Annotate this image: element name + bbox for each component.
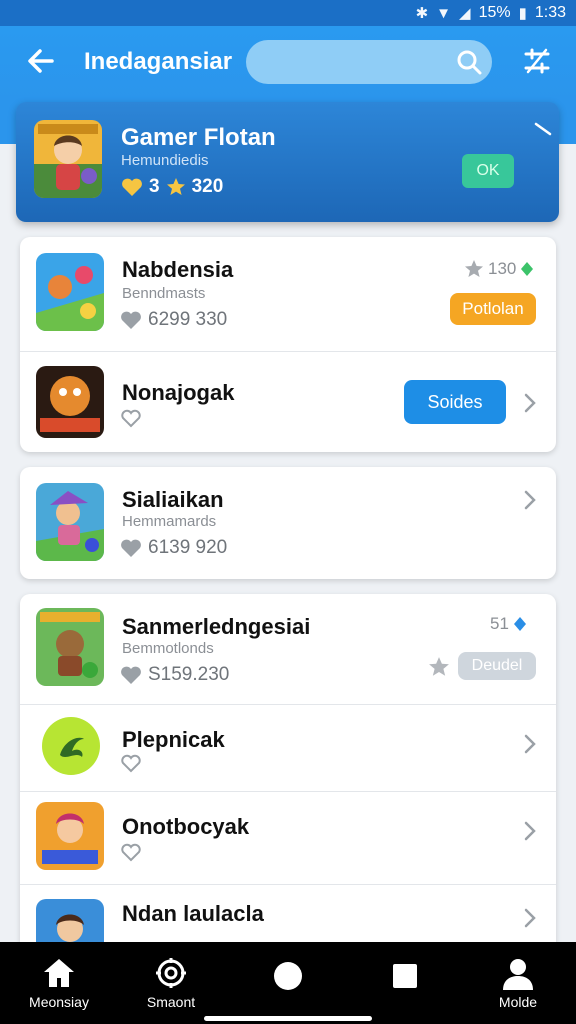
nav-item-square[interactable] bbox=[349, 942, 459, 1012]
featured-hearts: 3 bbox=[149, 176, 160, 197]
featured-game-card[interactable]: Gamer Flotan Hemundiedis 3 320 OK bbox=[16, 102, 559, 222]
home-indicator[interactable] bbox=[204, 1016, 372, 1021]
bottom-navigation: Meonsiay Smaont Molde bbox=[0, 942, 576, 1024]
heart-icon bbox=[121, 311, 141, 329]
list-item[interactable]: Plepnicak bbox=[20, 705, 556, 791]
rating: 130 bbox=[464, 259, 534, 279]
bluetooth-icon: ✱ bbox=[415, 5, 429, 22]
game-list-card-2: Sialiaikan Hemmamards 6139 920 bbox=[20, 467, 556, 579]
game-stats-value: 6139 920 bbox=[148, 537, 228, 558]
rating-value: 130 bbox=[488, 259, 517, 278]
game-icon bbox=[36, 483, 104, 561]
heart-outline-icon[interactable] bbox=[120, 753, 142, 773]
featured-stars: 320 bbox=[191, 176, 224, 197]
status-bar: ✱ ▼ ◢ 15% ▮ 1:33 bbox=[0, 0, 576, 26]
square-icon bbox=[393, 964, 417, 988]
game-icon bbox=[36, 366, 104, 438]
game-subtitle: Benndmasts bbox=[122, 285, 206, 302]
gear-icon bbox=[156, 958, 186, 988]
home-icon bbox=[44, 959, 74, 987]
game-stats: 6299 330 bbox=[120, 309, 227, 331]
heart-icon bbox=[122, 178, 142, 196]
game-list-card-3: Sanmerledngesiai Bemmotlonds S159.230 51… bbox=[20, 594, 556, 954]
signal-icon: ◢ bbox=[459, 5, 471, 22]
list-item[interactable]: Sialiaikan Hemmamards 6139 920 bbox=[20, 467, 556, 579]
game-title: Ndan laulacla bbox=[122, 901, 264, 926]
game-subtitle: Hemmamards bbox=[122, 513, 217, 530]
game-stats: S159.230 bbox=[120, 664, 229, 686]
status-pill[interactable]: Potlolan bbox=[450, 293, 536, 325]
star-icon bbox=[166, 178, 185, 195]
game-stats: 6139 920 bbox=[120, 537, 227, 559]
game-title: Plepnicak bbox=[122, 727, 225, 752]
list-item[interactable]: Onotbocyak bbox=[20, 792, 556, 884]
search-icon bbox=[457, 50, 482, 75]
status-pill[interactable]: Deudel bbox=[458, 652, 536, 680]
game-icon bbox=[36, 253, 104, 331]
list-item[interactable]: Nabdensia Benndmasts 6299 330 130 Potlol… bbox=[20, 237, 556, 351]
game-icon bbox=[36, 608, 104, 686]
nav-item-settings[interactable]: Smaont bbox=[116, 942, 226, 1012]
profile-icon bbox=[503, 959, 533, 990]
chevron-right-icon[interactable] bbox=[522, 489, 538, 511]
game-title: Sialiaikan bbox=[122, 487, 224, 512]
heart-icon bbox=[121, 539, 141, 557]
wifi-icon: ▼ bbox=[436, 4, 452, 22]
featured-game-icon bbox=[34, 120, 102, 198]
nav-item-home[interactable]: Meonsiay bbox=[4, 942, 114, 1012]
heart-outline-icon[interactable] bbox=[120, 842, 142, 862]
featured-title: Gamer Flotan bbox=[121, 124, 276, 151]
star-icon bbox=[465, 260, 483, 277]
app-title: Inedagansiar bbox=[84, 48, 233, 75]
game-icon bbox=[42, 717, 100, 775]
filter-icon[interactable] bbox=[518, 42, 556, 80]
nav-label: Molde bbox=[498, 994, 538, 1010]
chevron-right-icon[interactable] bbox=[522, 820, 538, 842]
chevron-right-icon[interactable] bbox=[522, 907, 538, 929]
rating-value: 51 bbox=[490, 614, 509, 633]
featured-subtitle: Hemundiedis bbox=[121, 152, 209, 169]
back-arrow-icon[interactable] bbox=[24, 44, 60, 80]
game-title: Onotbocyak bbox=[122, 814, 250, 839]
featured-stats: 3 320 bbox=[121, 176, 223, 198]
nav-label: Smaont bbox=[146, 994, 196, 1010]
rating: 51 bbox=[490, 614, 527, 634]
circle-icon bbox=[274, 962, 302, 990]
battery-icon: ▮ bbox=[518, 5, 527, 22]
nav-item-profile[interactable]: Molde bbox=[463, 942, 573, 1012]
chevron-right-icon[interactable] bbox=[522, 733, 538, 755]
heart-icon bbox=[121, 666, 141, 684]
heart-outline-icon[interactable] bbox=[120, 408, 142, 428]
battery-percent: 15% bbox=[478, 4, 511, 21]
game-stats-value: S159.230 bbox=[148, 664, 230, 685]
star-icon[interactable] bbox=[428, 656, 450, 678]
game-title: Nonajogak bbox=[122, 380, 235, 405]
gem-icon bbox=[513, 617, 526, 631]
gem-icon bbox=[521, 262, 534, 276]
action-button[interactable]: Soides bbox=[404, 380, 506, 424]
list-item[interactable]: Nonajogak Soides bbox=[20, 352, 556, 452]
nav-label: Meonsiay bbox=[29, 994, 89, 1010]
game-icon bbox=[36, 802, 104, 870]
clock: 1:33 bbox=[534, 4, 566, 21]
game-stats-value: 6299 330 bbox=[148, 309, 228, 330]
list-item[interactable]: Sanmerledngesiai Bemmotlonds S159.230 51… bbox=[20, 594, 556, 704]
app-bar: Inedagansiar bbox=[0, 26, 576, 100]
game-title: Sanmerledngesiai bbox=[122, 614, 311, 639]
game-list-card-1: Nabdensia Benndmasts 6299 330 130 Potlol… bbox=[20, 237, 556, 452]
search-input[interactable] bbox=[246, 40, 492, 84]
chevron-right-icon[interactable] bbox=[522, 392, 538, 414]
game-title: Nabdensia bbox=[122, 257, 234, 282]
game-subtitle: Bemmotlonds bbox=[122, 640, 214, 657]
featured-ok-button[interactable]: OK bbox=[462, 154, 514, 188]
collapse-icon[interactable] bbox=[532, 118, 554, 140]
nav-item-circle[interactable] bbox=[233, 942, 343, 1012]
